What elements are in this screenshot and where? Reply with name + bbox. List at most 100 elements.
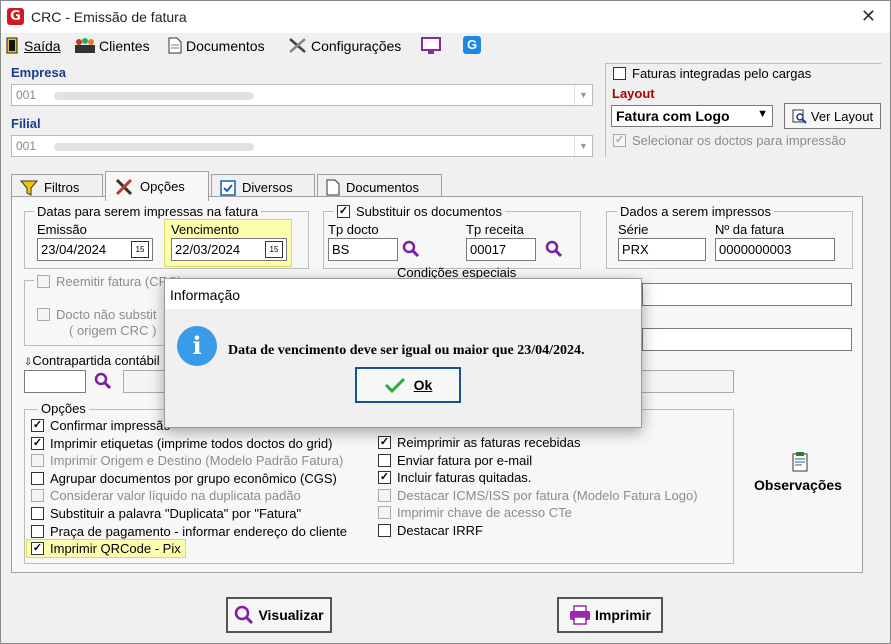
redacted-text xyxy=(54,142,255,151)
empresa-select[interactable]: 001 ▼ xyxy=(11,84,593,106)
opcao-label: Destacar ICMS/ISS por fatura (Modelo Fat… xyxy=(397,487,698,503)
faturas-integradas-checkbox[interactable]: Faturas integradas pelo cargas xyxy=(613,66,811,81)
search-icon xyxy=(235,605,254,625)
opcao-checkbox[interactable]: Enviar fatura por e-mail xyxy=(378,453,532,468)
opcao-checkbox[interactable]: Agrupar documentos por grupo econômico (… xyxy=(31,471,337,486)
opcao-checkbox[interactable]: Destacar IRRF xyxy=(378,523,483,538)
menu-saida-label: Saída xyxy=(24,37,61,54)
substituir-checkbox[interactable]: ✓ Substituir os documentos xyxy=(334,204,505,219)
chevron-down-icon: ▼ xyxy=(757,108,768,120)
opcao-label: Confirmar impressão xyxy=(50,418,171,433)
monitor-icon[interactable] xyxy=(421,37,441,55)
ver-layout-button[interactable]: Ver Layout xyxy=(784,103,881,129)
search-icon[interactable] xyxy=(94,372,112,390)
chevron-down-icon: ▼ xyxy=(574,136,592,156)
vencimento-label: Vencimento xyxy=(171,222,239,237)
checkbox-box: ✓ xyxy=(613,134,626,147)
calendar-icon[interactable]: 15 xyxy=(131,241,149,258)
docto-nao-label: Docto não substit xyxy=(56,307,157,322)
checkbox-box: ✓ xyxy=(31,542,44,556)
layout-value: Fatura com Logo xyxy=(616,108,730,124)
window-title: CRC - Emissão de fatura xyxy=(31,9,187,25)
empresa-value: 001 xyxy=(16,88,37,102)
tab-opcoes[interactable]: Opções xyxy=(105,171,209,201)
tools-icon xyxy=(289,38,306,53)
opcao-checkbox[interactable]: Considerar valor líquido na duplicata pa… xyxy=(31,488,301,503)
selecionar-doctos-checkbox[interactable]: ✓ Selecionar os doctos para impressão xyxy=(613,133,846,148)
reemitir-label: Reemitir fatura (CRC) xyxy=(56,274,182,289)
opcao-checkbox[interactable]: ✓ Imprimir QRCode - Pix xyxy=(26,539,186,559)
nfatura-label: Nº da fatura xyxy=(715,222,785,237)
app-g-icon[interactable]: G xyxy=(463,36,481,54)
observacoes-label[interactable]: Observações xyxy=(754,477,842,493)
preview-icon xyxy=(792,109,807,124)
serie-input[interactable]: PRX xyxy=(618,238,706,261)
tab-diversos-label: Diversos xyxy=(242,180,293,195)
tp-docto-value: BS xyxy=(332,242,350,257)
opcao-label: Imprimir etiquetas (imprime todos doctos… xyxy=(50,435,333,451)
opcao-checkbox[interactable]: Imprimir chave de acesso CTe xyxy=(378,505,572,520)
filter-icon xyxy=(20,180,38,196)
opcao-label: Praça de pagamento - informar endereço d… xyxy=(50,523,348,539)
main-window: G CRC - Emissão de fatura ✕ Saída Client… xyxy=(0,0,891,644)
checkbox-box xyxy=(31,471,44,485)
contrapartida-label: ⇩Contrapartida contábil xyxy=(24,353,160,368)
menu-documentos[interactable]: Documentos xyxy=(167,37,265,54)
checkbox-box xyxy=(31,507,44,520)
redacted-text xyxy=(54,91,255,100)
docto-nao-checkbox[interactable]: Docto não substit xyxy=(37,307,156,322)
filial-select[interactable]: 001 ▼ xyxy=(11,135,593,157)
app-logo: G xyxy=(7,8,24,25)
opcao-checkbox[interactable]: Destacar ICMS/ISS por fatura (Modelo Fat… xyxy=(378,488,698,503)
opcao-label: Substituir a palavra "Duplicata" por "Fa… xyxy=(50,506,302,521)
close-icon[interactable]: ✕ xyxy=(861,6,876,27)
opcao-label: Incluir faturas quitadas. xyxy=(397,470,532,486)
condicoes-input-2[interactable] xyxy=(642,328,852,351)
nfatura-input[interactable]: 0000000003 xyxy=(715,238,835,261)
document-icon xyxy=(326,179,340,196)
opcao-checkbox[interactable]: ✓ Reimprimir as faturas recebidas xyxy=(378,435,581,450)
opcao-checkbox[interactable]: Imprimir Origem e Destino (Modelo Padrão… xyxy=(31,453,343,468)
reemitir-checkbox[interactable]: Reemitir fatura (CRC) xyxy=(34,274,185,289)
opcao-label: Imprimir Origem e Destino (Modelo Padrão… xyxy=(50,453,344,469)
dialog-title: Informação xyxy=(165,279,641,309)
selecionar-doctos-label: Selecionar os doctos para impressão xyxy=(632,133,846,148)
opcao-checkbox[interactable]: ✓ Incluir faturas quitadas. xyxy=(378,470,531,485)
opcao-checkbox[interactable]: ✓ Confirmar impressão xyxy=(31,418,171,433)
opcao-label: Agrupar documentos por grupo econômico (… xyxy=(50,470,337,486)
menu-clientes[interactable]: Clientes xyxy=(74,37,150,54)
contrapartida-text: Contrapartida contábil xyxy=(32,353,160,368)
opcao-checkbox[interactable]: Substituir a palavra "Duplicata" por "Fa… xyxy=(31,506,301,521)
menu-configuracoes[interactable]: Configurações xyxy=(288,37,401,54)
filial-label: Filial xyxy=(11,116,41,131)
imprimir-button[interactable]: Imprimir xyxy=(557,597,663,633)
filial-value: 001 xyxy=(16,139,37,153)
checkbox-box xyxy=(31,524,44,538)
tab-opcoes-label: Opções xyxy=(140,179,185,194)
checkbox-box xyxy=(378,488,391,502)
opcao-checkbox[interactable]: Praça de pagamento - informar endereço d… xyxy=(31,524,347,539)
info-dialog: Informação i Data de vencimento deve ser… xyxy=(164,278,642,428)
notes-icon[interactable] xyxy=(790,452,810,472)
tp-receita-input[interactable]: 00017 xyxy=(466,238,536,261)
opcao-checkbox[interactable]: ✓ Imprimir etiquetas (imprime todos docto… xyxy=(31,436,333,451)
opcoes-legend: Opções xyxy=(38,401,89,416)
contrapartida-input[interactable] xyxy=(24,370,86,393)
checkbox-box: ✓ xyxy=(378,436,391,449)
layout-select[interactable]: Fatura com Logo ▼ xyxy=(611,105,773,127)
search-icon[interactable] xyxy=(545,240,563,258)
opcao-label: Considerar valor líquido na duplicata pa… xyxy=(50,488,301,504)
menu-saida[interactable]: Saída xyxy=(5,37,61,54)
dialog-message: Data de vencimento deve ser igual ou mai… xyxy=(228,343,585,358)
tp-receita-label: Tp receita xyxy=(466,222,524,237)
tools-icon xyxy=(115,178,133,195)
vencimento-value: 22/03/2024 xyxy=(175,242,241,257)
menu-configuracoes-label: Configurações xyxy=(311,37,402,54)
visualizar-button[interactable]: Visualizar xyxy=(226,597,332,633)
search-icon[interactable] xyxy=(402,240,420,258)
tp-docto-input[interactable]: BS xyxy=(328,238,398,261)
condicoes-input-1[interactable] xyxy=(642,283,852,306)
ok-button[interactable]: Ok xyxy=(355,367,461,403)
calendar-icon[interactable]: 15 xyxy=(265,241,283,258)
checkbox-box xyxy=(31,489,44,503)
